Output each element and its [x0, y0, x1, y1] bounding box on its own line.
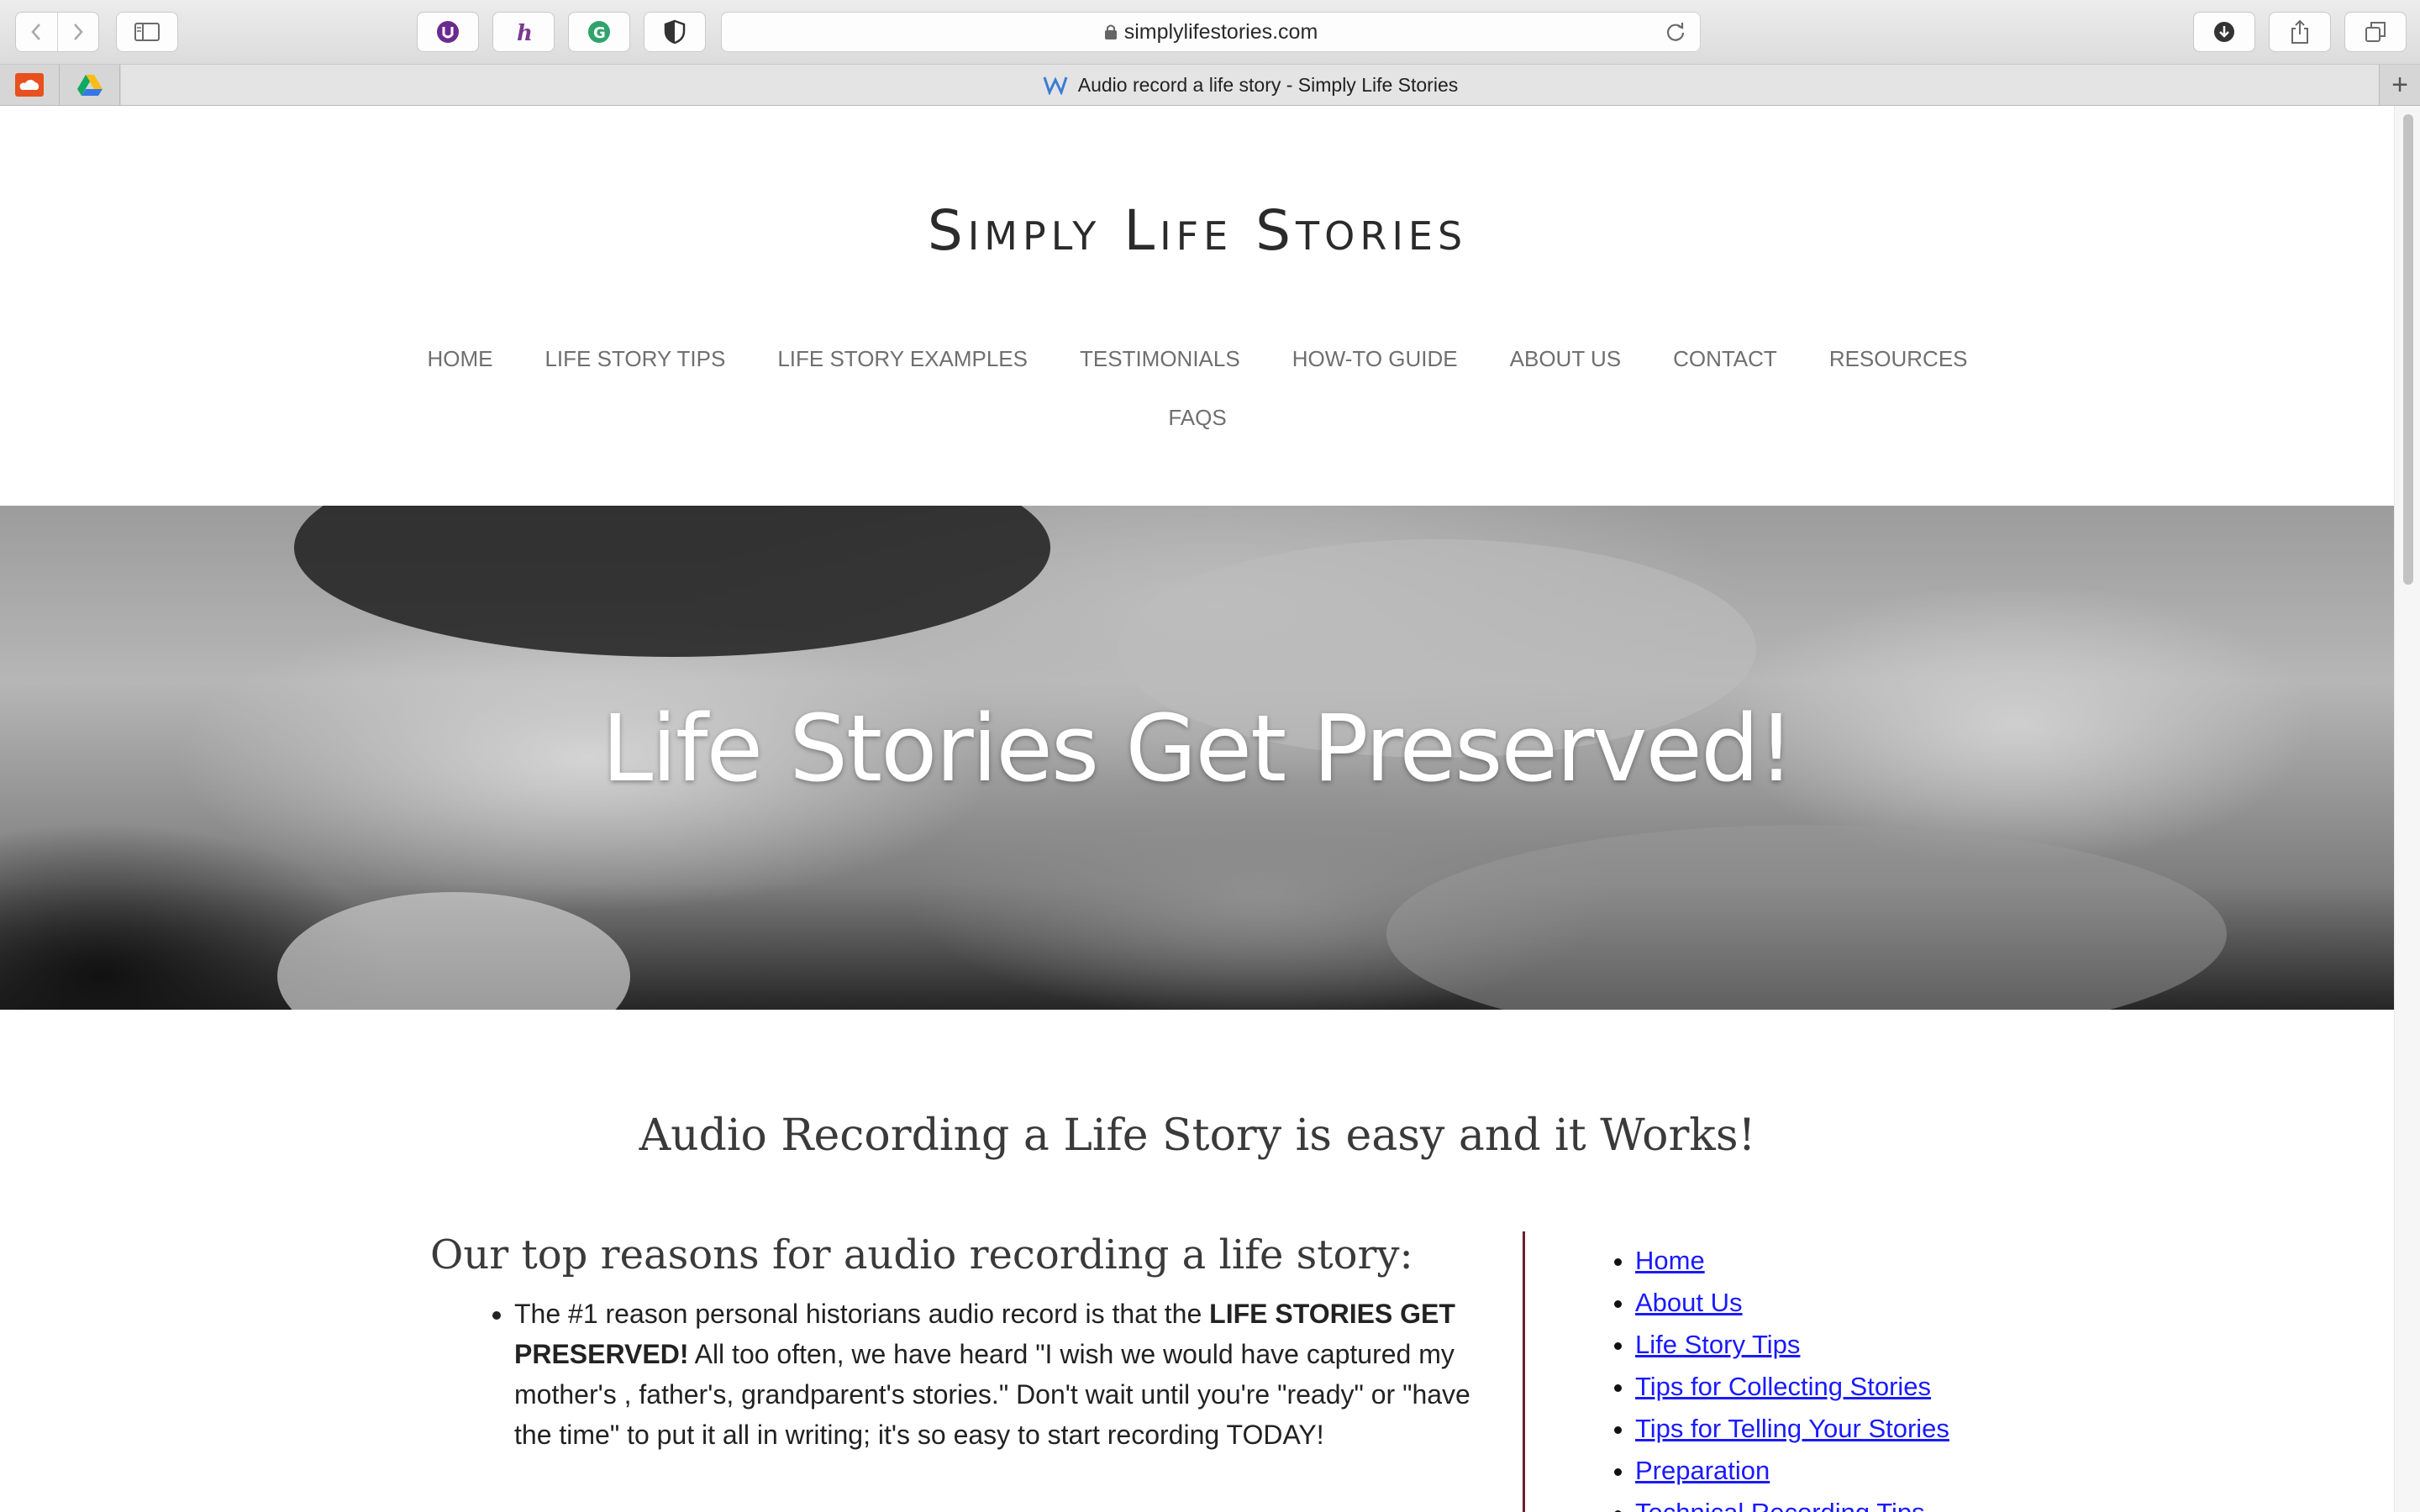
sidebar-link-item: Home [1635, 1240, 1949, 1282]
new-tab-button[interactable]: + [2379, 65, 2420, 105]
hero-banner: Life Stories Get Preserved! [0, 506, 2395, 1010]
pinned-tab-soundcloud[interactable] [0, 65, 60, 105]
main-nav: HOME LIFE STORY TIPS LIFE STORY EXAMPLES TE… [0, 329, 2395, 447]
tab-title: Audio record a life story - Simply Life … [1077, 73, 1459, 96]
reason-item: The #1 reason personal historians audio … [514, 1294, 1472, 1455]
grammarly-icon: G [588, 21, 610, 43]
reasons-list: The #1 reason personal historians audio … [430, 1294, 1472, 1455]
web-page: Simply Life Stories HOME LIFE STORY TIPS L… [0, 106, 2395, 1512]
column-divider [1523, 1231, 1525, 1512]
sidebar-link-life-story-tips[interactable]: Life Story Tips [1635, 1330, 1800, 1359]
honey-extension-button[interactable]: h [492, 12, 555, 52]
section-heading: Our top reasons for audio recording a li… [430, 1231, 1413, 1278]
grammarly-extension-button[interactable]: G [568, 12, 630, 52]
hero-photo-hand [1386, 825, 2227, 1010]
svg-text:h: h [517, 21, 533, 45]
hero-photo-hand [277, 892, 630, 1010]
nav-item-life-story-examples[interactable]: LIFE STORY EXAMPLES [751, 329, 1054, 388]
address-bar[interactable]: simplylifestories.com [721, 12, 1701, 52]
google-drive-icon [77, 75, 103, 96]
svg-text:G: G [593, 24, 606, 42]
sidebar-link-preparation[interactable]: Preparation [1635, 1456, 1770, 1485]
active-tab[interactable]: Audio record a life story - Simply Life … [121, 65, 2380, 105]
sidebar-link-tips-for-collecting-stories[interactable]: Tips for Collecting Stories [1635, 1372, 1931, 1401]
weebly-icon [1043, 76, 1068, 95]
sidebar-link-technical-recording-tips[interactable]: Technical Recording Tips [1635, 1498, 1925, 1512]
share-icon [2291, 19, 2308, 44]
plus-icon: + [2391, 68, 2408, 101]
chevron-right-icon [73, 24, 83, 40]
sidebar-link-about-us[interactable]: About Us [1635, 1288, 1743, 1317]
history-nav [15, 12, 99, 52]
page-scrollbar[interactable] [2394, 106, 2420, 1512]
forward-button[interactable] [58, 13, 99, 51]
hero-photo-shadow [294, 506, 1050, 657]
sidebar-link-item: Tips for Collecting Stories [1635, 1366, 1949, 1408]
pinned-tab-google-drive[interactable] [60, 65, 120, 105]
honey-icon: h [517, 21, 533, 45]
nav-item-how-to-guide[interactable]: HOW-TO GUIDE [1266, 329, 1484, 388]
nav-item-resources[interactable]: RESOURCES [1803, 329, 1994, 388]
privacy-extension-button[interactable] [644, 12, 706, 52]
nav-item-about-us[interactable]: ABOUT US [1484, 329, 1647, 388]
extension-purple-icon [437, 21, 459, 43]
lock-icon [1104, 24, 1117, 39]
reason-text: The #1 reason personal historians audio … [514, 1299, 1210, 1329]
url-text: simplylifestories.com [1123, 19, 1318, 44]
chevron-left-icon [31, 24, 41, 40]
main-content: Our top reasons for audio recording a li… [430, 1231, 1472, 1455]
sidebar-toggle-button[interactable] [116, 12, 178, 52]
soundcloud-icon [15, 73, 44, 97]
sidebar-link-item: Preparation [1635, 1450, 1949, 1492]
sidebar-link-item: Technical Recording Tips [1635, 1492, 1949, 1512]
privacy-shield-icon [664, 19, 686, 45]
hero-title: Life Stories Get Preserved! [601, 695, 1795, 802]
download-icon [2214, 22, 2234, 42]
nav-item-faqs[interactable]: FAQS [1142, 388, 1252, 447]
sidebar-links: Home About Us Life Story Tips Tips for Col… [1603, 1240, 1949, 1512]
nav-item-life-story-tips[interactable]: LIFE STORY TIPS [518, 329, 751, 388]
nav-item-contact[interactable]: CONTACT [1647, 329, 1803, 388]
sidebar-link-item: Life Story Tips [1635, 1324, 1949, 1366]
scrollbar-thumb[interactable] [2403, 114, 2413, 585]
sidebar-link-item: Tips for Telling Your Stories [1635, 1408, 1949, 1450]
downloads-button[interactable] [2193, 12, 2255, 52]
tab-bar: Audio record a life story - Simply Life … [0, 65, 2420, 106]
nav-row: FAQS [0, 388, 2395, 447]
back-button[interactable] [16, 13, 58, 51]
nav-row: HOME LIFE STORY TIPS LIFE STORY EXAMPLES TE… [0, 329, 2395, 388]
reload-icon[interactable] [1665, 21, 1686, 43]
site-title[interactable]: Simply Life Stories [0, 198, 2395, 263]
sidebar-link-item: About Us [1635, 1282, 1949, 1324]
sidebar-icon [134, 23, 160, 41]
sidebar-link-home[interactable]: Home [1635, 1246, 1705, 1275]
nav-item-testimonials[interactable]: TESTIMONIALS [1054, 329, 1266, 388]
tab-overview-button[interactable] [2344, 12, 2407, 52]
sidebar-link-tips-for-telling-your-stories[interactable]: Tips for Telling Your Stories [1635, 1414, 1949, 1443]
share-button[interactable] [2269, 12, 2331, 52]
extension-purple-button[interactable] [417, 12, 479, 52]
page-subheading: Audio Recording a Life Story is easy and… [639, 1110, 1756, 1161]
nav-item-home[interactable]: HOME [401, 329, 518, 388]
browser-toolbar: h G simplylifestories.com [0, 0, 2420, 65]
tabs-overview-icon [2365, 22, 2386, 42]
